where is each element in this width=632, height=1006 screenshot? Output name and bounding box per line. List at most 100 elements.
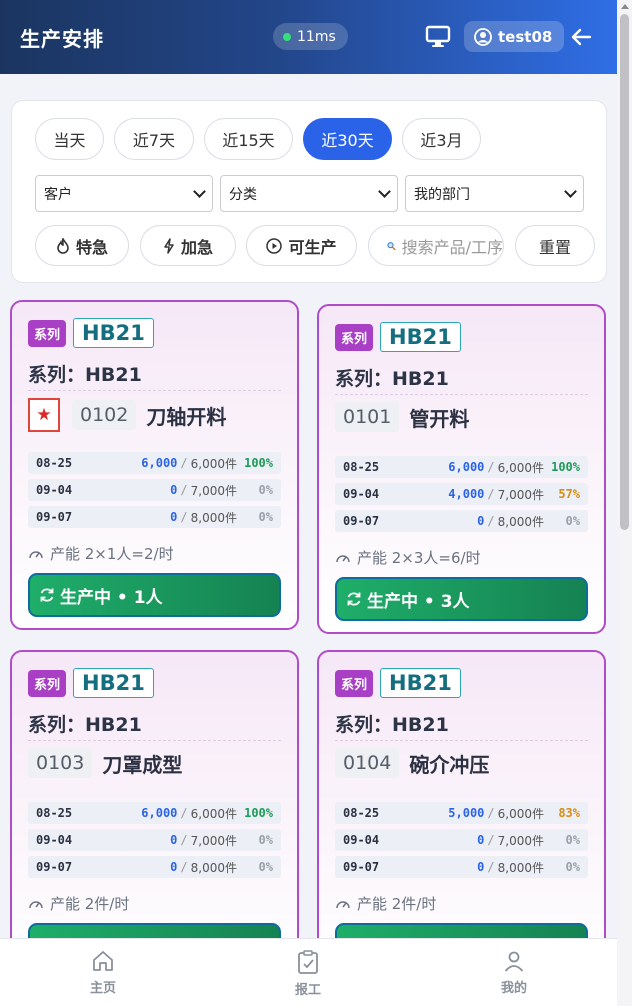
product-code: HB21 <box>73 668 154 698</box>
row-percent: 0% <box>565 514 580 528</box>
row-percent: 57% <box>558 487 580 501</box>
search-placeholder: 搜索产品/工序 <box>401 237 503 257</box>
nav-home[interactable]: 主页 <box>63 949 143 996</box>
urgent-special-button[interactable]: 特急 <box>35 225 129 266</box>
range-tab-today[interactable]: 当天 <box>35 118 104 160</box>
monitor-icon[interactable] <box>424 24 452 50</box>
capacity-text: 产能 2件/时 <box>50 895 130 913</box>
gauge-icon <box>336 554 350 562</box>
range-tab-15d[interactable]: 近15天 <box>204 118 293 160</box>
operation-row: 0103 刀罩成型 <box>28 748 182 778</box>
scrollbar-thumb[interactable] <box>620 14 629 530</box>
nav-report-label: 报工 <box>294 983 321 998</box>
row-percent: 0% <box>258 860 273 874</box>
chevron-down-icon <box>193 184 206 198</box>
gauge-icon <box>29 900 43 908</box>
flame-icon <box>57 237 69 254</box>
nav-mine[interactable]: 我的 <box>474 949 554 996</box>
capacity-text: 产能 2×1人=2/时 <box>50 545 174 563</box>
row-date: 09-04 <box>343 487 380 501</box>
clipboard-check-icon <box>298 950 318 974</box>
row-plan: 8,000件 <box>497 514 544 529</box>
card-tags: 系列 HB21 <box>335 668 461 698</box>
gauge-icon <box>29 550 43 558</box>
process-card[interactable]: 系列 HB21 系列：HB21 0104 碗介冲压 08-25 5,000/6,0… <box>317 650 606 980</box>
capacity-text: 产能 2×3人=6/时 <box>357 549 481 567</box>
user-button[interactable]: test08 <box>464 21 565 52</box>
row-done: 5,000 <box>448 806 485 820</box>
range-tab-3m[interactable]: 近3月 <box>402 118 481 160</box>
range-tab-30d[interactable]: 近30天 <box>303 118 392 160</box>
row-date: 09-07 <box>343 514 380 528</box>
refresh-icon <box>40 588 54 602</box>
star-icon[interactable]: ★ <box>28 398 60 432</box>
operation-row: 0104 碗介冲压 <box>335 748 489 778</box>
row-date: 09-04 <box>36 483 73 497</box>
capacity-info: 产能 2×3人=6/时 <box>335 547 481 568</box>
row-date: 09-04 <box>36 833 73 847</box>
username: test08 <box>498 27 553 46</box>
capacity-info: 产能 2件/时 <box>335 893 436 914</box>
process-card[interactable]: 系列 HB21 系列：HB21 0101 管开料 08-25 6,000/6,00… <box>317 304 606 634</box>
customer-select-value: 客户 <box>44 186 72 203</box>
row-done: 0 <box>477 833 485 847</box>
operation-code: 0103 <box>28 748 93 778</box>
process-card[interactable]: 系列 HB21 系列：HB21 ★ 0102 刀轴开料 08-25 6,000/6… <box>10 300 299 630</box>
schedule-row: 08-25 6,000/6,000件 100% <box>28 802 281 824</box>
status-button[interactable]: 生产中 • 3人 <box>335 577 588 621</box>
scroll-up-arrow-icon[interactable] <box>621 4 629 9</box>
status-button[interactable]: 生产中 • 1人 <box>28 573 281 617</box>
capacity-text: 产能 2件/时 <box>357 895 437 913</box>
product-code: HB21 <box>73 318 154 348</box>
urgent-button[interactable]: 加急 <box>140 225 236 266</box>
schedule-row: 08-25 6,000/6,000件 100% <box>28 452 281 474</box>
row-percent: 100% <box>244 806 273 820</box>
product-code: HB21 <box>380 668 461 698</box>
row-done: 4,000 <box>448 487 485 501</box>
card-tags: 系列 HB21 <box>28 668 154 698</box>
reset-button[interactable]: 重置 <box>515 225 595 266</box>
product-code: HB21 <box>380 322 461 352</box>
category-select[interactable]: 分类 <box>220 175 398 212</box>
row-plan: 7,000件 <box>190 483 237 498</box>
row-percent: 83% <box>558 806 580 820</box>
schedule-list: 08-25 6,000/6,000件 100% 09-04 0/7,000件 0% 09… <box>28 452 281 533</box>
nav-report[interactable]: 报工 <box>268 949 348 998</box>
row-done: 6,000 <box>448 460 485 474</box>
row-date: 08-25 <box>343 460 380 474</box>
row-done: 6,000 <box>141 456 178 470</box>
department-select[interactable]: 我的部门 <box>405 175 584 212</box>
department-select-value: 我的部门 <box>414 186 470 203</box>
back-arrow-icon[interactable] <box>568 24 594 50</box>
row-done: 0 <box>170 833 178 847</box>
row-date: 08-25 <box>36 806 73 820</box>
row-percent: 0% <box>565 833 580 847</box>
schedule-row: 09-07 0/8,000件 0% <box>28 506 281 528</box>
search-input[interactable]: 搜索产品/工序 <box>368 225 504 266</box>
card-tags: 系列 HB21 <box>335 322 461 352</box>
customer-select[interactable]: 客户 <box>35 175 213 212</box>
producible-button[interactable]: 可生产 <box>246 225 357 266</box>
row-date: 08-25 <box>36 456 73 470</box>
operation-row: ★ 0102 刀轴开料 <box>28 398 226 432</box>
scrollbar[interactable] <box>617 0 632 1006</box>
card-tags: 系列 HB21 <box>28 318 154 348</box>
row-plan: 6,000件 <box>190 806 237 821</box>
capacity-info: 产能 2×1人=2/时 <box>28 543 174 564</box>
row-percent: 0% <box>565 860 580 874</box>
schedule-row: 09-04 4,000/7,000件 57% <box>335 483 588 505</box>
row-date: 09-07 <box>36 860 73 874</box>
range-tab-7d[interactable]: 近7天 <box>114 118 194 160</box>
status-text: 生产中 • 3人 <box>367 591 470 612</box>
row-plan: 6,000件 <box>497 806 544 821</box>
category-select-value: 分类 <box>229 186 257 203</box>
producible-label: 可生产 <box>288 237 337 257</box>
row-plan: 8,000件 <box>190 860 237 875</box>
series-tag: 系列 <box>28 319 67 347</box>
capacity-info: 产能 2件/时 <box>28 893 129 914</box>
row-date: 09-04 <box>343 833 380 847</box>
refresh-icon <box>347 592 361 606</box>
row-plan: 7,000件 <box>190 833 237 848</box>
schedule-row: 09-04 0/7,000件 0% <box>28 829 281 851</box>
process-card[interactable]: 系列 HB21 系列：HB21 0103 刀罩成型 08-25 6,000/6,0… <box>10 650 299 980</box>
